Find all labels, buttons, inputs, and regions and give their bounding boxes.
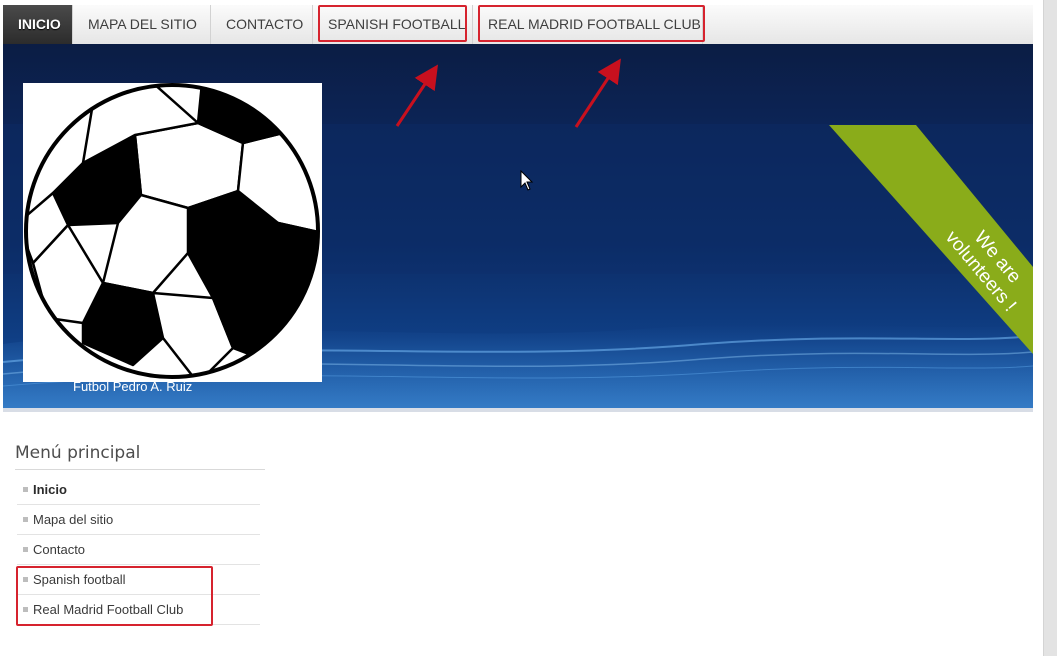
- main-nav: Inicio Mapa del sitio Contacto Spanish f…: [3, 5, 1033, 45]
- nav-item-inicio[interactable]: Inicio: [3, 5, 73, 44]
- soccer-ball-icon: [24, 83, 320, 379]
- mouse-pointer-icon: [520, 170, 534, 191]
- bullet-icon: [23, 547, 28, 552]
- sidebar-item-label: Real Madrid Football Club: [33, 602, 184, 617]
- header-banner: We are volunteers ! Futbol Pedro A. Ruiz: [3, 44, 1033, 410]
- nav-item-real-madrid[interactable]: Real Madrid Football Club: [473, 5, 703, 44]
- nav-item-contacto[interactable]: Contacto: [211, 5, 313, 44]
- sidebar-item-spanish-football[interactable]: Spanish football: [17, 565, 260, 595]
- site-logo[interactable]: [23, 83, 322, 382]
- sidebar-title-divider: [15, 469, 265, 470]
- sidebar-menu: Inicio Mapa del sitio Contacto Spanish f…: [17, 475, 260, 625]
- sidebar-item-mapa-del-sitio[interactable]: Mapa del sitio: [17, 505, 260, 535]
- sidebar-menu-title: Menú principal: [15, 443, 141, 463]
- banner-divider: [3, 408, 1033, 412]
- nav-item-label: Inicio: [18, 16, 61, 32]
- nav-item-label: Mapa del sitio: [88, 16, 197, 32]
- nav-item-label: Spanish football: [328, 16, 466, 32]
- sidebar-item-label: Spanish football: [33, 572, 126, 587]
- bullet-icon: [23, 487, 28, 492]
- page-scrollbar[interactable]: [1043, 0, 1057, 656]
- nav-item-mapa-del-sitio[interactable]: Mapa del sitio: [73, 5, 211, 44]
- bullet-icon: [23, 577, 28, 582]
- nav-item-spanish-football[interactable]: Spanish football: [313, 5, 473, 44]
- sidebar-item-label: Inicio: [33, 482, 67, 497]
- site-title[interactable]: Futbol Pedro A. Ruiz: [73, 379, 192, 394]
- bullet-icon: [23, 607, 28, 612]
- sidebar-item-inicio[interactable]: Inicio: [17, 475, 260, 505]
- bullet-icon: [23, 517, 28, 522]
- sidebar-item-label: Mapa del sitio: [33, 512, 114, 527]
- sidebar-item-real-madrid[interactable]: Real Madrid Football Club: [17, 595, 260, 625]
- nav-item-label: Real Madrid Football Club: [488, 16, 701, 32]
- nav-item-label: Contacto: [226, 16, 304, 32]
- sidebar-item-contacto[interactable]: Contacto: [17, 535, 260, 565]
- sidebar-item-label: Contacto: [33, 542, 86, 557]
